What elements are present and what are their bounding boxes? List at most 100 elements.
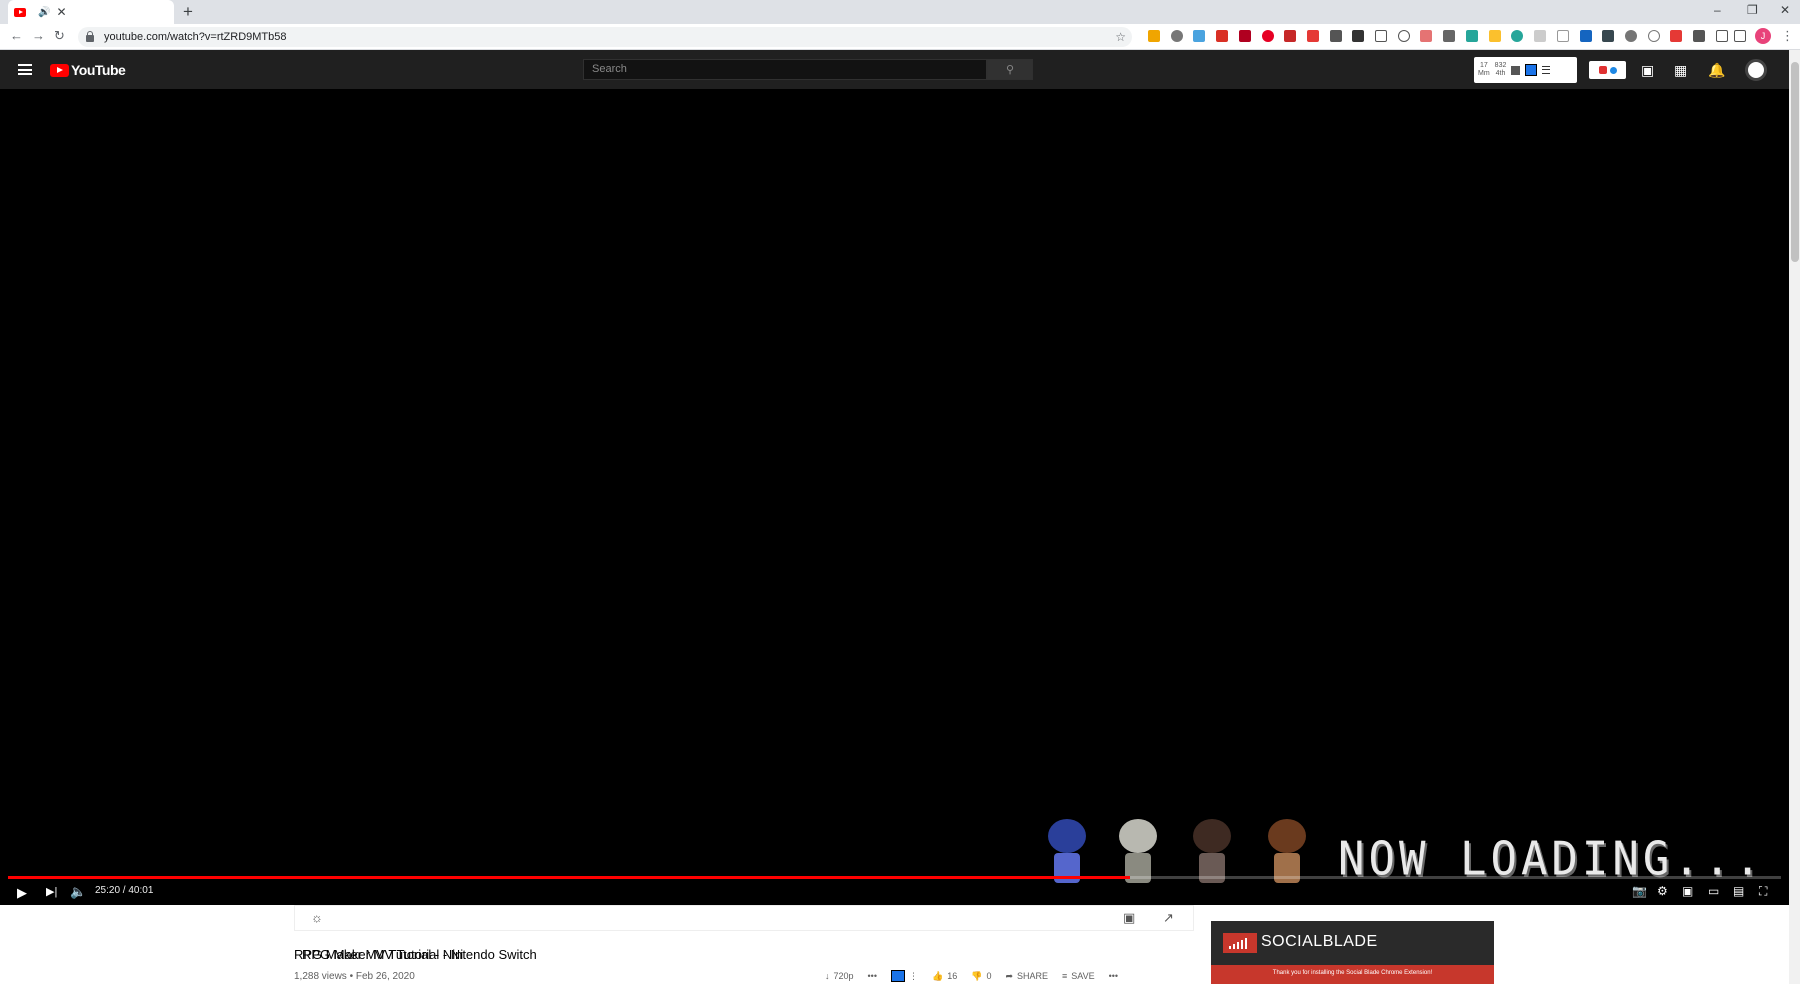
youtube-play-icon (50, 63, 69, 77)
pinterest-icon[interactable] (1262, 30, 1274, 42)
stats-extension-bar[interactable]: 17 Mm 832 4th (1474, 57, 1577, 83)
address-bar[interactable]: youtube.com/watch?v=rtZRD9MTb58 ☆ (78, 27, 1132, 47)
extension-icon[interactable] (1307, 30, 1319, 42)
browser-tab[interactable]: RPG Maker MV Tutorial - Ni 🔊 ✕ (8, 0, 463, 962)
chrome-menu-icon[interactable]: ⋮ (1781, 28, 1794, 44)
youtube-favicon-icon (14, 7, 26, 17)
socialblade-icon (1598, 66, 1607, 74)
stat-b-value: 832 (1494, 62, 1507, 69)
video-player[interactable]: NOW LOADING... ▶ ▶| 🔈 25:20 / 40:01 📷 ⚙ … (0, 89, 1789, 905)
apps-grid-icon[interactable]: ▦ (1674, 62, 1687, 79)
extension-icon[interactable] (1352, 30, 1364, 42)
create-video-icon[interactable]: ▣ (1641, 62, 1654, 79)
history-icon[interactable] (1648, 30, 1660, 42)
puzzle-extensions-icon[interactable] (1693, 30, 1705, 42)
socialblade-logo-icon (1223, 933, 1257, 953)
extension-icon[interactable] (1511, 30, 1523, 42)
quality-label: 720p (833, 971, 854, 981)
extension-icon[interactable] (1534, 30, 1546, 42)
dislike-button[interactable]: 👎 0 (971, 971, 991, 982)
tubebuddy-icon (890, 970, 905, 982)
cast-icon[interactable] (1716, 30, 1728, 42)
search-button[interactable]: ⚲ (987, 59, 1033, 80)
extension-icon[interactable] (1239, 30, 1251, 42)
extension-icon[interactable] (1489, 30, 1501, 42)
theater-mode-icon[interactable]: ▭ (1708, 884, 1719, 898)
save-button[interactable]: ≡ SAVE (1062, 971, 1095, 981)
window-close-icon[interactable]: ✕ (1780, 3, 1790, 17)
stat-b-label: 4th (1495, 70, 1506, 77)
like-count: 16 (947, 971, 958, 981)
extension-icon[interactable] (1216, 30, 1228, 42)
youtube-logo-text: YouTube (71, 62, 126, 78)
extension-toolbar-strip: ☼ ▣ ↗ (294, 905, 1194, 931)
share-out-icon[interactable]: ↗ (1163, 910, 1174, 926)
more-actions-button[interactable]: ••• (1109, 971, 1118, 981)
search-input[interactable]: Search (583, 59, 987, 80)
socialblade-name: SOCIALBLADE (1261, 933, 1378, 950)
youtube-logo[interactable]: YouTube (50, 62, 126, 78)
progress-bar[interactable] (8, 876, 1781, 879)
forward-icon[interactable]: → (32, 28, 45, 43)
reload-icon[interactable]: ↻ (54, 28, 65, 44)
bookmark-star-icon[interactable]: ☆ (1115, 30, 1126, 44)
extension-icon[interactable] (1284, 30, 1296, 42)
next-icon[interactable]: ▶| (46, 885, 57, 898)
quality-button[interactable]: ↓ 720p (825, 971, 854, 981)
fullscreen-icon[interactable]: ⛶ (1759, 884, 1767, 899)
settings-gear-icon[interactable]: ⚙ (1657, 884, 1668, 898)
volume-icon[interactable]: 🔈 (70, 884, 86, 900)
miniplayer-icon[interactable]: ▣ (1682, 884, 1693, 898)
tab-close-icon[interactable]: ✕ (56, 5, 66, 19)
socialblade-panel: SOCIALBLADE Thank you for installing the… (1211, 921, 1494, 984)
extension-square-icon[interactable] (1511, 65, 1521, 75)
lock-icon (86, 30, 94, 42)
extension-icon[interactable] (1148, 30, 1160, 42)
hamburger-menu-icon[interactable] (18, 64, 32, 75)
extension-icon[interactable] (1330, 30, 1342, 42)
extension-icon[interactable] (1375, 30, 1387, 42)
dislike-count: 0 (986, 971, 992, 981)
thumbs-up-icon: 👍 (931, 970, 944, 981)
video-title: RPG Maker MV Tutorial - Nintendo Switch (294, 947, 537, 962)
back-icon[interactable]: ← (10, 28, 23, 43)
blue-dot-icon (1609, 66, 1617, 74)
screenshot-camera-icon[interactable]: 📷 (1632, 884, 1647, 898)
menu-lines-icon[interactable] (1542, 66, 1551, 74)
extension-icon[interactable] (1171, 30, 1183, 42)
extension-icon[interactable] (1602, 30, 1614, 42)
url-text[interactable]: youtube.com/watch?v=rtZRD9MTb58 (104, 31, 287, 43)
brightness-icon[interactable]: ☼ (311, 910, 323, 925)
tubebuddy-button[interactable]: ⋮ (890, 970, 918, 982)
extension-icon[interactable] (1466, 30, 1478, 42)
extension-icon[interactable] (1580, 30, 1592, 42)
new-tab-button[interactable]: + (183, 2, 193, 22)
tab-audio-icon[interactable]: 🔊 (38, 7, 50, 18)
youtube-masthead: YouTube Search ⚲ 17 Mm 832 4th ▣ ▦ 🔔 (0, 50, 1789, 89)
extension-icon[interactable] (1557, 30, 1569, 42)
extension-icon[interactable] (1193, 30, 1205, 42)
video-camera-icon[interactable]: ▣ (1123, 910, 1135, 926)
extension-icon[interactable] (1420, 30, 1432, 42)
stat-a-value: 17 (1479, 62, 1488, 69)
cast-icon[interactable]: ▤ (1733, 884, 1744, 898)
minimize-icon[interactable]: – (1714, 3, 1721, 17)
reading-list-icon[interactable] (1734, 30, 1746, 42)
notifications-bell-icon[interactable]: 🔔 (1708, 62, 1725, 79)
extension-icon[interactable] (1625, 30, 1637, 42)
extension-icon[interactable] (1670, 30, 1682, 42)
account-avatar[interactable] (1745, 59, 1767, 81)
extension-icon[interactable] (1443, 30, 1455, 42)
player-controls: ▶ ▶| 🔈 25:20 / 40:01 📷 ⚙ ▣ ▭ ▤ ⛶ (0, 881, 1789, 905)
more-options-button[interactable]: ••• (868, 971, 877, 981)
share-button[interactable]: ➦ SHARE (1005, 971, 1048, 982)
restore-icon[interactable]: ❐ (1747, 3, 1758, 17)
tubebuddy-icon[interactable] (1525, 64, 1538, 76)
like-button[interactable]: 👍 16 (932, 971, 957, 982)
chrome-profile-avatar[interactable]: J (1755, 28, 1771, 44)
socialblade-toggle-button[interactable] (1589, 61, 1626, 79)
magnifier-icon[interactable] (1398, 30, 1410, 42)
playlist-add-icon: ≡ (1062, 971, 1068, 981)
page-scrollbar-thumb[interactable] (1791, 62, 1799, 262)
play-icon[interactable]: ▶ (17, 885, 27, 901)
